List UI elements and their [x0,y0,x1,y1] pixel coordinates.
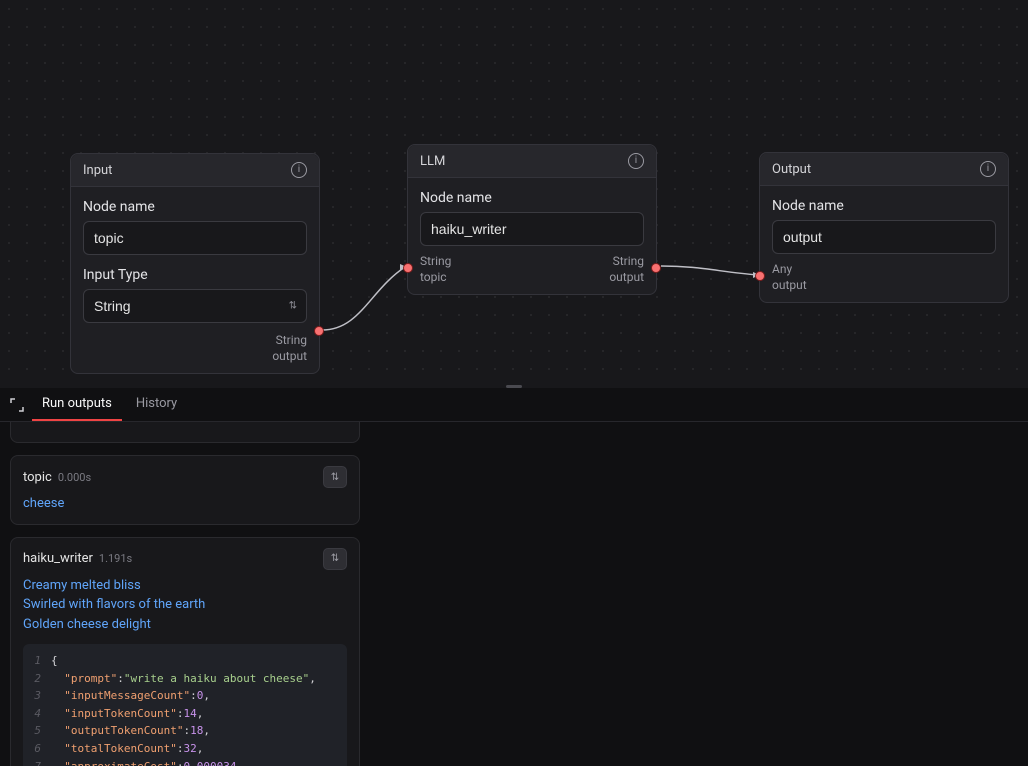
card-duration: 1.191s [99,552,132,565]
node-header[interactable]: Input i [71,154,319,187]
node-input[interactable]: Input i Node name Input Type ⇅ String ou… [70,153,320,374]
output-card-haiku-writer: haiku_writer 1.191s ⇅ Creamy melted blis… [10,537,360,766]
input-type-select[interactable] [83,289,307,323]
json-detail: 1{ 2 "prompt": "write a haiku about chee… [23,644,347,766]
wire-input-to-llm [322,267,405,330]
node-name-input[interactable] [420,212,644,246]
wire-llm-to-output [661,266,758,275]
node-name-input[interactable] [83,221,307,255]
input-port[interactable] [403,263,413,273]
port-type-label: String [613,254,644,268]
expand-card-button[interactable]: ⇅ [323,548,347,570]
node-title: Input [83,163,112,178]
info-icon[interactable]: i [628,153,644,169]
expand-card-button[interactable]: ⇅ [323,466,347,488]
port-name-label: output [772,278,807,292]
bottom-tabs: Run outputs History [0,388,1028,422]
port-name-label: output [272,349,307,363]
field-label-node-name: Node name [772,198,996,214]
output-card-partial [10,422,360,443]
card-name: haiku_writer [23,551,93,566]
node-title: Output [772,162,811,177]
tab-run-outputs[interactable]: Run outputs [32,388,122,421]
outputs-list[interactable]: topic 0.000s ⇅ cheese haiku_writer 1.191… [0,422,370,766]
field-label-input-type: Input Type [83,267,307,283]
card-duration: 0.000s [58,471,91,484]
output-port[interactable] [651,263,661,273]
node-canvas[interactable]: Input i Node name Input Type ⇅ String ou… [0,0,1028,385]
card-value: cheese [23,494,347,514]
info-icon[interactable]: i [980,161,996,177]
port-type-label: String [420,254,451,268]
node-llm[interactable]: LLM i Node name String topic String outp… [407,144,657,295]
node-output[interactable]: Output i Node name Any output [759,152,1009,303]
field-label-node-name: Node name [420,190,644,206]
info-icon[interactable]: i [291,162,307,178]
bottom-panel: Run outputs History topic 0.000s ⇅ chees… [0,388,1028,766]
field-label-node-name: Node name [83,199,307,215]
port-type-label: String [276,333,307,347]
output-card-topic: topic 0.000s ⇅ cheese [10,455,360,525]
port-name-label: topic [420,270,451,284]
port-name-label: output [609,270,644,284]
input-port[interactable] [755,271,765,281]
node-title: LLM [420,154,445,169]
tab-history[interactable]: History [126,388,187,421]
node-header[interactable]: Output i [760,153,1008,186]
port-type-label: Any [772,262,807,276]
card-name: topic [23,470,52,485]
expand-icon[interactable] [6,394,28,416]
node-header[interactable]: LLM i [408,145,656,178]
node-name-input[interactable] [772,220,996,254]
output-port[interactable] [314,326,324,336]
card-value: Creamy melted bliss Swirled with flavors… [23,576,347,635]
